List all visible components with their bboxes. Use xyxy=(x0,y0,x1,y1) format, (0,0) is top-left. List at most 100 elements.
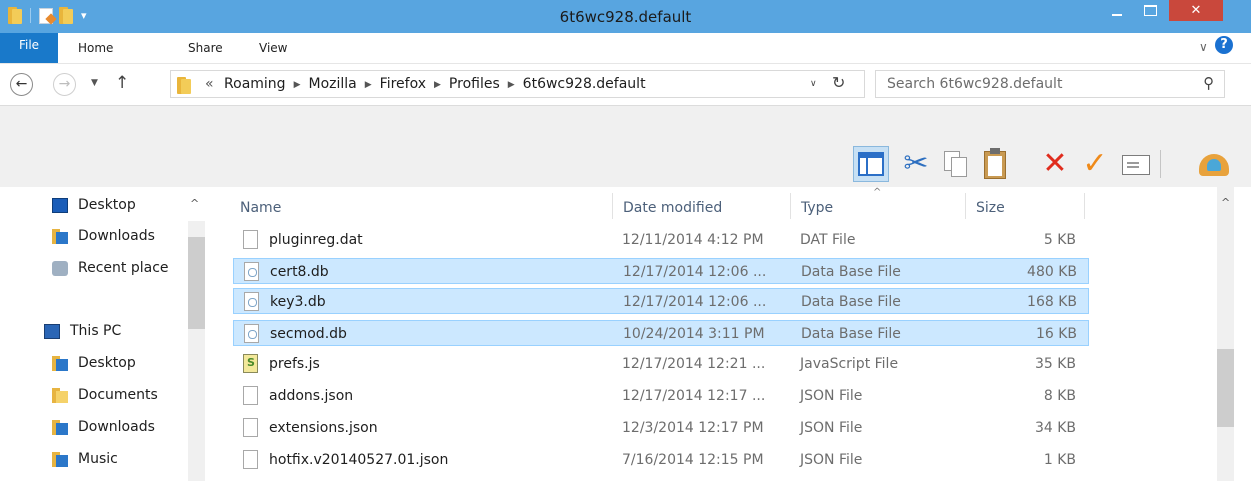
delete-icon[interactable]: ✕ xyxy=(1037,146,1073,182)
address-dropdown-icon[interactable]: ∨ xyxy=(810,79,817,89)
file-icon xyxy=(243,450,258,469)
search-icon[interactable]: ⚲ xyxy=(1203,74,1214,92)
breadcrumb: « Roaming ▶ Mozilla ▶ Firefox ▶ Profiles ▶ 6t6wc… xyxy=(205,71,646,99)
nav-item-music[interactable]: Music xyxy=(52,448,118,470)
cut-icon[interactable]: ✂ xyxy=(898,146,934,182)
nav-item-downloads-pc[interactable]: Downloads xyxy=(52,416,155,438)
downloads-folder-icon xyxy=(52,419,68,435)
nav-item-recent-places[interactable]: Recent place xyxy=(52,257,169,279)
shell-icon[interactable] xyxy=(1196,146,1232,182)
file-date-modified: 12/17/2014 12:06 ... xyxy=(623,264,767,280)
breadcrumb-firefox[interactable]: Firefox xyxy=(380,76,426,92)
database-file-icon xyxy=(244,324,259,343)
table-row[interactable]: hotfix.v20140527.01.json 7/16/2014 12:15 … xyxy=(233,447,1089,473)
refresh-icon[interactable]: ↻ xyxy=(832,73,845,92)
up-button[interactable]: ↑ xyxy=(115,73,129,93)
column-header-type[interactable]: Type xyxy=(801,200,833,216)
breadcrumb-current[interactable]: 6t6wc928.default xyxy=(523,76,646,92)
nav-scroll-up-icon[interactable]: ^ xyxy=(190,197,199,210)
table-row[interactable]: cert8.db 12/17/2014 12:06 ... Data Base Fi… xyxy=(233,258,1089,284)
tab-view[interactable]: View xyxy=(259,33,287,63)
file-size: 1 KB xyxy=(1043,452,1076,468)
breadcrumb-separator-icon[interactable]: ▶ xyxy=(294,80,301,90)
file-name: key3.db xyxy=(270,294,326,310)
column-divider[interactable] xyxy=(612,193,613,219)
tab-file[interactable]: File xyxy=(0,33,58,63)
file-icon xyxy=(243,418,258,437)
table-row[interactable]: extensions.json 12/3/2014 12:17 PM JSON Fi… xyxy=(233,415,1089,441)
file-list-scrollbar-thumb[interactable] xyxy=(1217,349,1234,427)
maximize-button[interactable] xyxy=(1136,0,1164,21)
breadcrumb-mozilla[interactable]: Mozilla xyxy=(308,76,356,92)
nav-item-label: Documents xyxy=(78,387,158,403)
minimize-button[interactable] xyxy=(1103,0,1131,21)
breadcrumb-overflow[interactable]: « xyxy=(205,76,214,92)
file-name: prefs.js xyxy=(269,356,320,372)
file-name: secmod.db xyxy=(270,326,347,342)
nav-scrollbar-thumb[interactable] xyxy=(188,237,205,329)
toolbar-divider xyxy=(1160,150,1161,178)
table-row[interactable]: secmod.db 10/24/2014 3:11 PM Data Base Fil… xyxy=(233,320,1089,346)
table-row[interactable]: key3.db 12/17/2014 12:06 ... Data Base Fil… xyxy=(233,288,1089,314)
minimize-icon xyxy=(1112,13,1122,16)
file-type: Data Base File xyxy=(801,326,901,342)
breadcrumb-roaming[interactable]: Roaming xyxy=(224,76,286,92)
breadcrumb-separator-icon[interactable]: ▶ xyxy=(508,80,515,90)
file-date-modified: 12/11/2014 4:12 PM xyxy=(622,232,764,248)
column-divider[interactable] xyxy=(1084,193,1085,219)
path-box[interactable]: « Roaming ▶ Mozilla ▶ Firefox ▶ Profiles ▶ 6t6wc… xyxy=(170,70,865,98)
file-date-modified: 7/16/2014 12:15 PM xyxy=(622,452,764,468)
back-button[interactable]: ← xyxy=(10,73,33,96)
column-header-date[interactable]: Date modified xyxy=(623,200,722,216)
close-button[interactable]: ✕ xyxy=(1169,0,1223,21)
table-row[interactable]: prefs.js 12/17/2014 12:21 ... JavaScript F… xyxy=(233,351,1089,377)
nav-item-desktop-pc[interactable]: Desktop xyxy=(52,352,136,374)
file-date-modified: 12/17/2014 12:21 ... xyxy=(622,356,766,372)
file-size: 5 KB xyxy=(1043,232,1076,248)
layout-pane-icon[interactable] xyxy=(853,146,889,182)
file-date-modified: 12/17/2014 12:06 ... xyxy=(623,294,767,310)
search-input[interactable] xyxy=(877,72,1192,96)
file-date-modified: 10/24/2014 3:11 PM xyxy=(623,326,765,342)
nav-item-downloads[interactable]: Downloads xyxy=(52,225,155,247)
recent-places-icon xyxy=(52,260,68,276)
breadcrumb-profiles[interactable]: Profiles xyxy=(449,76,500,92)
nav-item-label: Desktop xyxy=(78,355,136,371)
scroll-up-icon[interactable]: ^ xyxy=(1221,196,1230,209)
file-name: hotfix.v20140527.01.json xyxy=(269,452,449,468)
nav-item-label: Downloads xyxy=(78,228,155,244)
table-row[interactable]: pluginreg.dat 12/11/2014 4:12 PM DAT File 5… xyxy=(233,227,1089,253)
maximize-icon xyxy=(1143,5,1157,16)
file-name: extensions.json xyxy=(269,420,378,436)
paste-icon[interactable] xyxy=(978,146,1014,182)
properties-card-icon[interactable] xyxy=(1118,146,1154,182)
table-row[interactable]: addons.json 12/17/2014 12:17 ... JSON File… xyxy=(233,383,1089,409)
column-divider[interactable] xyxy=(965,193,966,219)
recent-locations-icon[interactable]: ▼ xyxy=(91,78,98,88)
nav-item-this-pc[interactable]: This PC xyxy=(44,320,121,342)
tab-share[interactable]: Share xyxy=(188,33,223,63)
file-icon xyxy=(243,386,258,405)
downloads-folder-icon xyxy=(52,228,68,244)
database-file-icon xyxy=(244,292,259,311)
navigation-pane: Desktop Downloads Recent place This PC D… xyxy=(0,187,207,481)
nav-item-label: Music xyxy=(78,451,118,467)
nav-item-documents[interactable]: Documents xyxy=(52,384,158,406)
column-header-size[interactable]: Size xyxy=(976,200,1005,216)
breadcrumb-separator-icon[interactable]: ▶ xyxy=(365,80,372,90)
expand-ribbon-icon[interactable]: ∨ xyxy=(1199,40,1208,54)
nav-item-desktop[interactable]: Desktop xyxy=(52,194,136,216)
forward-button[interactable]: → xyxy=(53,73,76,96)
tab-home[interactable]: Home xyxy=(78,33,113,63)
file-type: JSON File xyxy=(800,452,863,468)
rename-check-icon[interactable]: ✓ xyxy=(1077,146,1113,182)
file-size: 34 KB xyxy=(1034,420,1076,436)
help-icon[interactable]: ? xyxy=(1215,36,1233,54)
database-file-icon xyxy=(244,262,259,281)
file-size: 16 KB xyxy=(1035,326,1077,342)
column-header-name[interactable]: Name xyxy=(240,200,281,216)
file-list-scrollbar[interactable] xyxy=(1217,187,1234,481)
breadcrumb-separator-icon[interactable]: ▶ xyxy=(434,80,441,90)
column-divider[interactable] xyxy=(790,193,791,219)
copy-icon[interactable] xyxy=(938,146,974,182)
